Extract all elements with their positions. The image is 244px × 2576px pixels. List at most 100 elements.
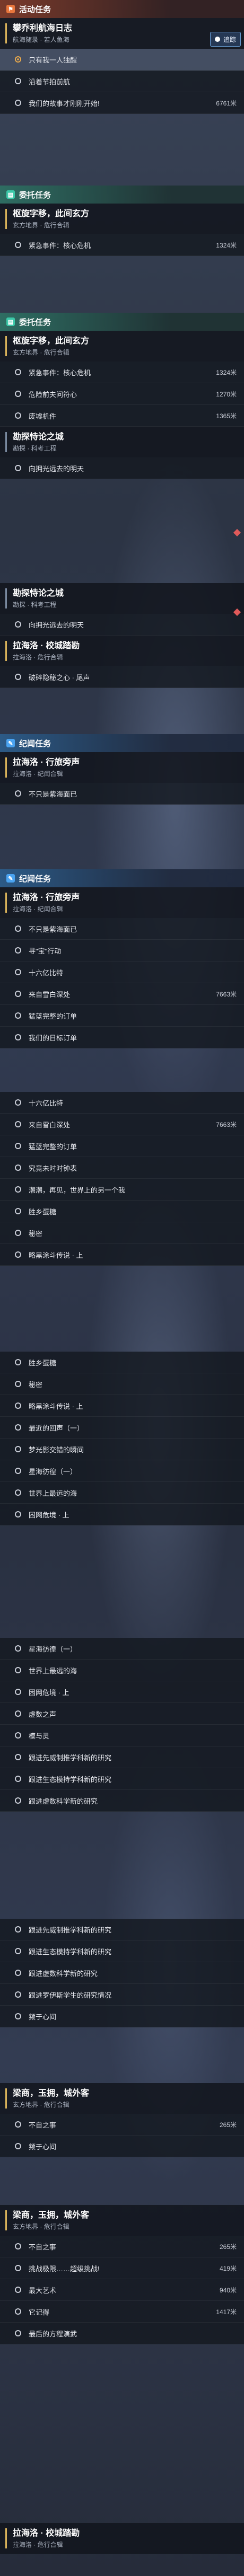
- list-item[interactable]: 不只是紫海面已: [0, 783, 244, 805]
- radio-icon: [15, 1121, 21, 1127]
- list-item[interactable]: 频于心间: [0, 2136, 244, 2157]
- section-header-story[interactable]: ✎ 纪闻任务: [0, 734, 244, 752]
- pin-icon: [214, 37, 220, 42]
- radio-icon: [15, 947, 21, 954]
- list-item[interactable]: 秘密: [0, 1222, 244, 1244]
- distance-label: 6761米: [216, 99, 237, 107]
- list-item[interactable]: 究竟未时时钟表: [0, 1157, 244, 1179]
- list-item[interactable]: 不只是紫海面已: [0, 918, 244, 940]
- radio-icon: [15, 465, 21, 471]
- list-item[interactable]: 最大艺术 940米: [0, 2279, 244, 2301]
- radio-icon: [15, 1468, 21, 1474]
- radio-icon: [15, 1710, 21, 1717]
- list-item[interactable]: 秘密: [0, 1373, 244, 1395]
- list-item[interactable]: 模与灵: [0, 1725, 244, 1746]
- list-item[interactable]: 废墟机件 1365米: [0, 405, 244, 427]
- list-item[interactable]: 紧急事件：核心危机 1324米: [0, 234, 244, 256]
- quest-card[interactable]: 攀乔利航海日志 航海随录 · 若人鱼海: [0, 18, 244, 49]
- section-title: 纪闻任务: [19, 874, 51, 884]
- list-item[interactable]: 危险前夫问符心 1270米: [0, 383, 244, 405]
- list-item[interactable]: 来自雪白深处 7663米: [0, 1114, 244, 1135]
- list-item[interactable]: 十六亿比特: [0, 961, 244, 983]
- quest-title: 攀乔利航海日志: [13, 24, 73, 33]
- list-item[interactable]: 向拥光远去的明天: [0, 457, 244, 479]
- list-item[interactable]: 胜乡蛋糖: [0, 1352, 244, 1373]
- list-item[interactable]: 星海彷徨（一）: [0, 1460, 244, 1482]
- quest-card[interactable]: 枢旋字移，此间玄方 玄方地界 · 危行合辑: [0, 331, 244, 361]
- list-item[interactable]: 不自之事 265米: [0, 2236, 244, 2257]
- list-item[interactable]: 只有我一人独醒: [0, 49, 244, 70]
- list-item[interactable]: 跟进罗伊斯学生的研究情况: [0, 1984, 244, 2006]
- quest-card[interactable]: 拉海洛 · 行旅旁声 拉海洛 · 纪闻合辑: [0, 887, 244, 918]
- list-item[interactable]: 梦光影交错的瞬间: [0, 1439, 244, 1460]
- list-item[interactable]: 略黑涂斗传说 · 上: [0, 1244, 244, 1266]
- section-header-story[interactable]: ✎ 纪闻任务: [0, 869, 244, 887]
- radio-icon: [15, 1381, 21, 1387]
- list-item[interactable]: 破碎隐秘之心 · 尾声: [0, 666, 244, 688]
- section-header-activity[interactable]: ⚑ 活动任务: [0, 0, 244, 18]
- book-icon: ✎: [6, 874, 15, 883]
- radio-icon: [15, 2265, 21, 2271]
- track-button[interactable]: 追踪: [210, 32, 241, 47]
- quest-card[interactable]: 勘探恃论之城 勘探 · 科考工程: [0, 583, 244, 614]
- quest-title: 枢旋字移，此间玄方: [13, 337, 90, 346]
- quest-card[interactable]: 拉海洛 · 校城踏勘 拉海洛 · 危行合辑: [0, 636, 244, 666]
- list-item[interactable]: 世界上最远的海: [0, 1660, 244, 1681]
- list-item[interactable]: 我们的日标订单: [0, 1027, 244, 1048]
- list-item[interactable]: 跟进先威制推学科新的研究: [0, 1746, 244, 1768]
- list-item[interactable]: 跟进虚数科学新的研究: [0, 1790, 244, 1812]
- quest-subtitle: 玄方地界 · 危行合辑: [13, 349, 69, 356]
- radio-icon: [15, 1991, 21, 1998]
- list-item[interactable]: 它记得 1417米: [0, 2301, 244, 2323]
- list-item[interactable]: 困网危境 · 上: [0, 1504, 244, 1525]
- list-item[interactable]: 跟进先威制推学科新的研究: [0, 1919, 244, 1940]
- list-item[interactable]: 沿着节拍前航: [0, 70, 244, 92]
- list-item[interactable]: 我们的故事才刚刚开始! 6761米: [0, 92, 244, 114]
- section-header-daily[interactable]: ▤ 委托任务: [0, 313, 244, 331]
- list-item[interactable]: 频于心间: [0, 2006, 244, 2027]
- list-item[interactable]: 寻"宝"行动: [0, 940, 244, 961]
- list-item[interactable]: 猛蓝完整的订单: [0, 1005, 244, 1027]
- list-item[interactable]: 略黑涂斗传说 · 上: [0, 1395, 244, 1417]
- radio-icon: [15, 1754, 21, 1760]
- radio-icon: [15, 1402, 21, 1409]
- list-item[interactable]: 世界上最远的海: [0, 1482, 244, 1504]
- list-item[interactable]: 跟进虚数科学新的研究: [0, 1962, 244, 1984]
- list-item[interactable]: 潮潮，再见，世界上的另一个我: [0, 1179, 244, 1201]
- radio-icon: [15, 1926, 21, 1933]
- list-item[interactable]: 十六亿比特: [0, 1092, 244, 1114]
- quest-subtitle: 勘探 · 科考工程: [13, 445, 57, 452]
- list-item[interactable]: 向拥光远去的明天: [0, 614, 244, 636]
- list-item[interactable]: 虚数之声: [0, 1703, 244, 1725]
- radio-icon: [15, 391, 21, 397]
- list-item[interactable]: 最后的方程演武: [0, 2323, 244, 2344]
- quest-card[interactable]: 枢旋字移，此间玄方 玄方地界 · 危行合辑: [0, 204, 244, 234]
- book-icon: ✎: [6, 739, 15, 747]
- list-item[interactable]: 来自雪白深处 7663米: [0, 983, 244, 1005]
- radio-icon: [15, 2287, 21, 2293]
- list-item[interactable]: 困网危境 · 上: [0, 1681, 244, 1703]
- quest-card[interactable]: 拉海洛 · 行旅旁声 拉海洛 · 纪闻合辑: [0, 752, 244, 783]
- list-item[interactable]: 胜乡蛋糖: [0, 1201, 244, 1222]
- quest-card[interactable]: 勘探恃论之城 勘探 · 科考工程: [0, 427, 244, 457]
- list-item[interactable]: 紧急事件：核心危机 1324米: [0, 361, 244, 383]
- radio-icon: [15, 78, 21, 84]
- radio-icon: [15, 1948, 21, 1954]
- list-item[interactable]: 星海彷徨（一）: [0, 1638, 244, 1660]
- list-item[interactable]: 猛蓝完整的订单: [0, 1135, 244, 1157]
- quest-card[interactable]: 梁商，玉拥，城外客 玄方地界 · 危行合辑: [0, 2083, 244, 2114]
- radio-icon: [15, 2143, 21, 2149]
- quest-card[interactable]: 梁商，玉拥，城外客 玄方地界 · 危行合辑: [0, 2205, 244, 2236]
- radio-icon: [15, 2243, 21, 2249]
- list-item[interactable]: 不自之事 265米: [0, 2114, 244, 2136]
- section-header-daily[interactable]: ▤ 委托任务: [0, 186, 244, 204]
- quest-title: 枢旋字移，此间玄方: [13, 209, 90, 218]
- quest-subtitle: 玄方地界 · 危行合辑: [13, 2101, 69, 2109]
- list-item[interactable]: 跟进生态模持学科新的研究: [0, 1768, 244, 1790]
- quest-subtitle: 玄方地界 · 危行合辑: [13, 222, 69, 229]
- list-item[interactable]: 最近的回声（一）: [0, 1417, 244, 1439]
- quest-card[interactable]: 拉海洛 · 校城踏勘 拉海洛 · 危行合辑: [0, 2523, 244, 2554]
- list-item[interactable]: 挑战极限……超级挑战! 419米: [0, 2257, 244, 2279]
- quest-title: 拉海洛 · 行旅旁声: [13, 893, 80, 902]
- list-item[interactable]: 跟进生态模持学科新的研究: [0, 1940, 244, 1962]
